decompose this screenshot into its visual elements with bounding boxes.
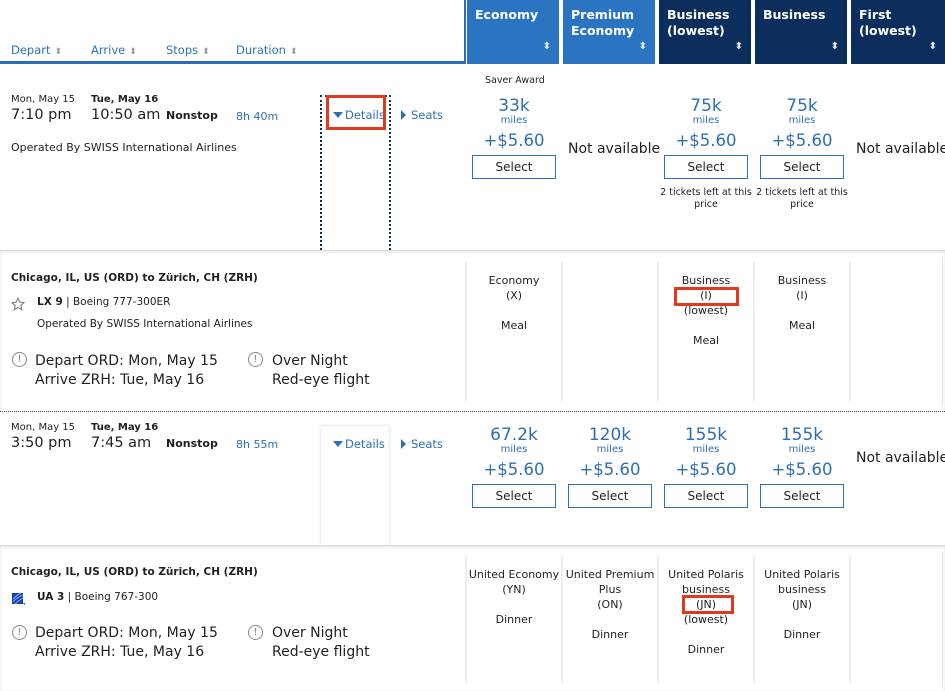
caret-down-icon: [333, 441, 343, 447]
arrive-time: 7:45 am: [91, 435, 152, 451]
fare-economy: 33k miles +$5.60 Select: [466, 97, 562, 179]
sort-stops[interactable]: Stops ⬍: [166, 43, 210, 57]
seats-toggle[interactable]: Seats: [401, 108, 443, 122]
column-header-economy[interactable]: Economy ⬍: [467, 0, 559, 64]
sort-icon: ⬍: [542, 41, 551, 52]
not-available: Not available: [856, 141, 945, 157]
operated-by: Operated By SWISS International Airlines: [37, 318, 253, 330]
flight-number-aircraft: UA 3 | Boeing 767-300: [37, 591, 159, 603]
seats-left-note: 2 tickets left at this price: [660, 187, 752, 210]
duration: 8h 40m: [236, 110, 279, 123]
select-button[interactable]: Select: [760, 155, 844, 179]
seats-left-note: 2 tickets left at this price: [756, 187, 848, 210]
caret-right-icon: [401, 110, 406, 120]
star-alliance-icon: [10, 296, 26, 312]
not-available: Not available: [856, 450, 945, 466]
info-icon: !: [248, 625, 263, 640]
column-header-business-lowest[interactable]: Business (lowest) ⬍: [659, 0, 751, 64]
fare-business-lowest: 155k miles +$5.60 Select: [658, 426, 754, 508]
annotation-highlight: [674, 287, 739, 306]
route: Chicago, IL, US (ORD) to Zürich, CH (ZRH…: [11, 272, 258, 284]
annotation-highlight: [326, 95, 386, 130]
sort-icon: ⬍: [928, 41, 937, 52]
saver-award-label: Saver Award: [485, 75, 545, 86]
depart-arrive-info: Depart ORD: Mon, May 15 Arrive ZRH: Tue,…: [35, 353, 218, 388]
duration: 8h 55m: [236, 438, 279, 451]
sort-icon: ⬍: [289, 47, 298, 57]
column-header-first-lowest[interactable]: First (lowest) ⬍: [851, 0, 945, 64]
fare-economy: 67.2k miles +$5.60 Select: [466, 426, 562, 508]
operated-by: Operated By SWISS International Airlines: [11, 141, 237, 154]
flight-number-aircraft: LX 9 | Boeing 777-300ER: [37, 296, 171, 308]
column-header-premium-economy[interactable]: Premium Economy ⬍: [563, 0, 655, 64]
sort-arrive[interactable]: Arrive ⬍: [91, 43, 137, 57]
cabin-info: Business (I) (lowest) Meal: [681, 274, 731, 347]
cabin-info: Business (I) Meal: [777, 274, 827, 332]
annotation-highlight: [682, 595, 734, 614]
fare-business: 155k miles +$5.60 Select: [754, 426, 850, 508]
depart-time: 7:10 pm: [11, 107, 72, 123]
select-button[interactable]: Select: [664, 484, 748, 508]
info-icon: !: [248, 352, 263, 367]
arrive-date: Tue, May 16: [91, 94, 159, 105]
sort-icon: ⬍: [129, 47, 137, 57]
overnight-info: Over Night Red-eye flight: [272, 625, 370, 660]
column-header-business[interactable]: Business ⬍: [755, 0, 847, 64]
sort-depart[interactable]: Depart ⬍: [11, 43, 62, 57]
not-available: Not available: [568, 141, 661, 157]
fare-business-lowest: 75k miles +$5.60 Select 2 tickets left a…: [658, 97, 754, 211]
arrive-time: 10:50 am: [91, 107, 161, 123]
select-button[interactable]: Select: [568, 484, 652, 508]
route: Chicago, IL, US (ORD) to Zürich, CH (ZRH…: [11, 566, 258, 578]
sort-header: Depart ⬍ Arrive ⬍ Stops ⬍ Duration ⬍: [0, 0, 466, 64]
cabin-info: United Economy (YN) Dinner: [468, 568, 560, 626]
stops: Nonstop: [166, 437, 218, 450]
flight-details-panel: Chicago, IL, US (ORD) to Zürich, CH (ZRH…: [0, 545, 945, 691]
sort-icon: ⬍: [830, 41, 839, 52]
sort-icon: ⬍: [202, 47, 210, 57]
overnight-info: Over Night Red-eye flight: [272, 353, 370, 388]
sort-icon: ⬍: [54, 47, 63, 57]
select-button[interactable]: Select: [472, 155, 556, 179]
sort-duration[interactable]: Duration ⬍: [236, 43, 298, 57]
depart-date: Mon, May 15: [11, 422, 76, 433]
select-button[interactable]: Select: [664, 155, 748, 179]
depart-time: 3:50 pm: [11, 435, 72, 451]
details-toggle[interactable]: Details: [333, 437, 385, 451]
cabin-info: United Premium Plus (ON) Dinner: [565, 568, 655, 641]
cabin-info: Economy (X) Meal: [488, 274, 540, 332]
info-icon: !: [12, 352, 27, 367]
caret-right-icon: [401, 439, 406, 449]
stops: Nonstop: [166, 109, 218, 122]
select-button[interactable]: Select: [472, 484, 556, 508]
info-icon: !: [12, 625, 27, 640]
sort-icon: ⬍: [638, 41, 647, 52]
depart-date: Mon, May 15: [11, 94, 76, 105]
united-globe-icon: [11, 591, 25, 605]
depart-arrive-info: Depart ORD: Mon, May 15 Arrive ZRH: Tue,…: [35, 625, 218, 660]
seats-toggle[interactable]: Seats: [401, 437, 443, 451]
flight-row: Mon, May 15 3:50 pm Tue, May 16 7:45 am …: [0, 412, 945, 546]
arrive-date: Tue, May 16: [91, 422, 159, 433]
flight-details-panel: Chicago, IL, US (ORD) to Zürich, CH (ZRH…: [0, 250, 945, 410]
cabin-info: United Polaris business (JN) Dinner: [764, 568, 840, 641]
sort-icon: ⬍: [734, 41, 743, 52]
flight-row: Mon, May 15 7:10 pm Tue, May 16 10:50 am…: [0, 64, 945, 250]
fare-business: 75k miles +$5.60 Select 2 tickets left a…: [754, 97, 850, 211]
fare-premium-economy: 120k miles +$5.60 Select: [562, 426, 658, 508]
select-button[interactable]: Select: [760, 484, 844, 508]
